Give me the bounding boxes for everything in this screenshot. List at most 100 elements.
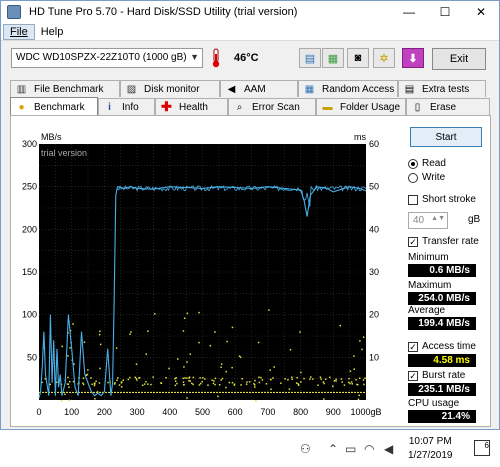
network-icon[interactable]: ▭ [345, 442, 356, 456]
access-time-point [220, 379, 222, 381]
access-time-point [335, 380, 337, 382]
access-time-point [186, 397, 188, 399]
tab-error-scan[interactable]: ⌕ Error Scan [228, 98, 316, 115]
access-time-point [231, 326, 234, 329]
access-time-point [129, 333, 131, 335]
access-time-point [319, 376, 322, 378]
wifi-icon[interactable]: ◠ [364, 442, 374, 456]
access-time-point [248, 381, 251, 383]
watermark: trial version [41, 148, 87, 158]
access-time-point [129, 376, 131, 379]
access-time-point [99, 343, 102, 346]
save-button[interactable]: ⬇ [402, 48, 424, 68]
short-stroke-input[interactable]: 40 ▲▼ [408, 212, 448, 229]
gears-icon: ✲ [379, 52, 389, 65]
access-time-point [189, 353, 192, 355]
volume-icon[interactable]: ◀ [384, 442, 393, 456]
menu-file[interactable]: File [3, 23, 35, 40]
tab-info[interactable]: i Info [98, 98, 155, 115]
start-button[interactable]: Start [410, 127, 482, 147]
copy-icon: ▤ [304, 52, 316, 65]
copy-screenshot-button[interactable]: ▦ [322, 48, 344, 68]
close-button[interactable]: ✕ [463, 1, 499, 23]
title-bar[interactable]: HD Tune Pro 5.70 - Hard Disk/SSD Utility… [1, 1, 499, 23]
access-time-point [335, 378, 337, 381]
access-time-point [82, 377, 85, 379]
options-button[interactable]: ✲ [373, 48, 395, 68]
minimize-button[interactable]: — [391, 1, 427, 23]
chevron-up-icon[interactable]: ⌃ [328, 442, 338, 456]
access-time-checkbox[interactable]: ✓ Access time [408, 341, 476, 352]
transfer-rate-box: ✓ [408, 236, 418, 247]
y-right-tick-label: 40 [369, 224, 379, 234]
short-stroke-checkbox[interactable]: Short stroke [408, 194, 476, 205]
tab-benchmark[interactable]: ● Benchmark [10, 97, 98, 116]
copy-info-button[interactable]: ▤ [299, 48, 321, 68]
tab-extra-tests[interactable]: ▤ Extra tests [398, 80, 486, 97]
camera-button[interactable]: ◙ [347, 48, 369, 68]
info-icon: i [108, 101, 111, 113]
access-time-point [333, 379, 336, 382]
x-tick-label: 100 [64, 407, 79, 417]
plot-background [39, 144, 366, 400]
exit-button[interactable]: Exit [432, 48, 486, 70]
y-right-unit: ms [354, 132, 366, 142]
read-radio-dot [408, 158, 418, 169]
access-time-point [49, 383, 51, 386]
access-time-point [99, 367, 101, 370]
access-time-point [261, 379, 264, 381]
access-time-point [323, 382, 325, 385]
tab-folder-usage[interactable]: ▬ Folder Usage [316, 98, 406, 115]
access-time-point [93, 383, 96, 385]
access-time-point [90, 377, 92, 379]
x-tick-label: 300 [130, 407, 145, 417]
access-time-point [152, 376, 154, 378]
tab-erase[interactable]: ▯ Erase [406, 98, 490, 115]
access-time-point [353, 368, 355, 370]
access-time-point [191, 382, 193, 385]
access-time-point [117, 377, 119, 379]
access-time-point [136, 379, 138, 381]
tab-aam[interactable]: ◀ AAM [220, 80, 298, 97]
tab-health[interactable]: ✚ Health [155, 98, 228, 115]
clock[interactable]: 10:07 PM 1/27/2019 [408, 435, 453, 463]
burst-rate-checkbox[interactable]: ✓ Burst rate [408, 370, 465, 381]
x-tick-label: 200 [97, 407, 112, 417]
access-time-point [98, 333, 101, 336]
access-time-point [220, 366, 222, 368]
access-time-point [122, 379, 125, 381]
lightbulb-icon: ● [18, 101, 25, 113]
access-time-point [188, 376, 191, 378]
drive-select[interactable]: WDC WD10SPZX-22Z10T0 (1000 gB) ▼ [11, 48, 203, 68]
health-cross-icon: ✚ [161, 99, 172, 114]
y-left-axis: 300 250 200 150 100 50 [22, 139, 37, 362]
notification-icon[interactable]: 6 [474, 440, 490, 456]
tab-random-access[interactable]: ▦ Random Access [298, 80, 398, 97]
speaker-icon: ◀ [227, 83, 236, 95]
access-time-point [141, 384, 144, 387]
access-time-point [265, 383, 268, 385]
copy-screenshot-icon: ▦ [327, 52, 339, 65]
tab-file-benchmark[interactable]: ▥ File Benchmark [10, 80, 120, 97]
access-time-point [240, 384, 242, 386]
maximize-button[interactable]: ☐ [427, 1, 463, 23]
access-time-point [212, 382, 215, 385]
access-time-point [291, 376, 293, 378]
access-time-point [174, 384, 177, 387]
access-time-point [168, 367, 170, 370]
y-right-axis: 60 50 40 30 20 10 [369, 139, 379, 362]
access-time-point [211, 379, 213, 382]
x-tick-label: 400 [162, 407, 177, 417]
access-time-point [255, 399, 257, 402]
access-time-point [221, 377, 224, 380]
people-icon[interactable]: ⚇ [300, 442, 311, 456]
transfer-rate-checkbox[interactable]: ✓ Transfer rate [408, 236, 479, 247]
read-radio[interactable]: Read [408, 158, 446, 169]
access-time-point [184, 377, 186, 379]
write-radio[interactable]: Write [408, 172, 445, 183]
access-time-point [329, 376, 331, 379]
access-time-point [138, 377, 140, 379]
access-time-point [348, 377, 350, 380]
tab-disk-monitor[interactable]: ▨ Disk monitor [120, 80, 220, 97]
menu-help[interactable]: Help [35, 25, 70, 39]
